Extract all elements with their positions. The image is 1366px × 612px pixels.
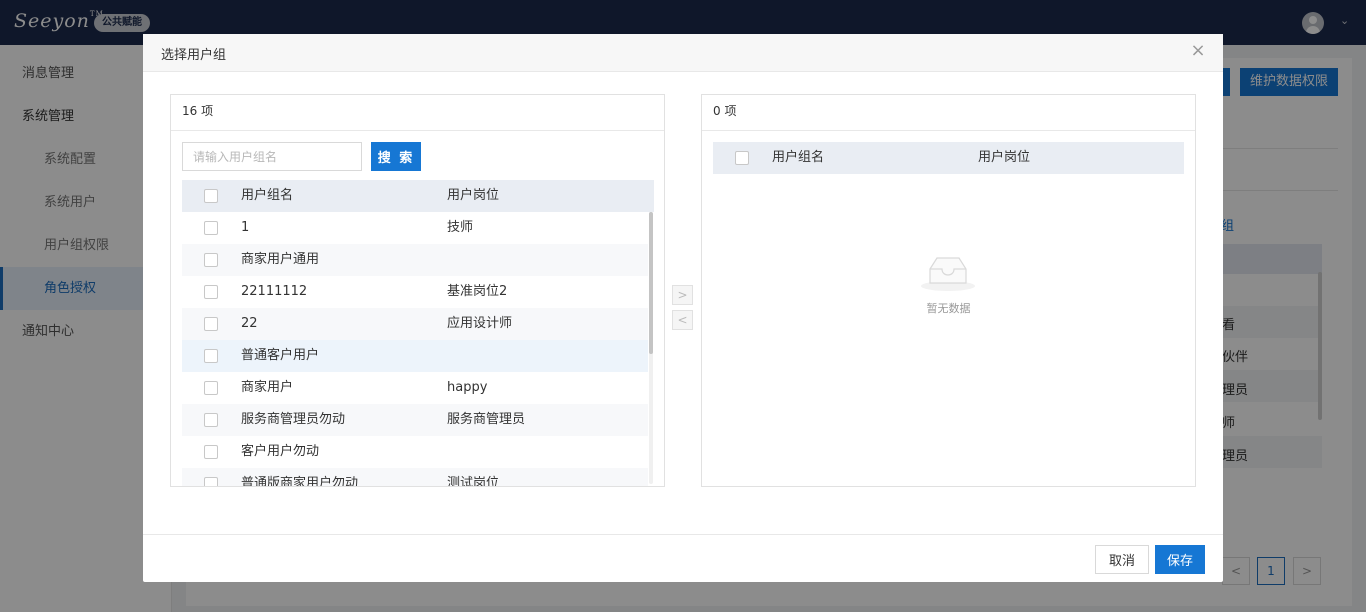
table-row[interactable]: 1 技师 (182, 212, 648, 244)
row-checkbox[interactable] (204, 445, 218, 459)
cell-group-name: 22 (241, 316, 258, 331)
cell-group-name: 商家用户 (241, 380, 294, 395)
dialog-title: 选择用户组 (161, 48, 227, 63)
table-row[interactable]: 普通客户用户 (182, 340, 648, 372)
table-row[interactable]: 客户用户勿动 (182, 436, 648, 468)
source-table-header: 用户组名 用户岗位 (182, 180, 654, 212)
table-row[interactable]: 商家用户通用 (182, 244, 648, 276)
row-checkbox[interactable] (204, 221, 218, 235)
cell-group-name: 商家用户通用 (241, 252, 320, 267)
target-table-header: 用户组名 用户岗位 (713, 142, 1184, 174)
row-checkbox[interactable] (204, 349, 218, 363)
row-checkbox[interactable] (204, 253, 218, 267)
row-checkbox[interactable] (204, 285, 218, 299)
column-header-post: 用户岗位 (447, 188, 500, 203)
table-row[interactable]: 22111112 基准岗位2 (182, 276, 648, 308)
select-user-group-dialog: 选择用户组 × 16 项 搜 索 用户组名 用户岗位 1 技师 商家用户通用 (143, 34, 1223, 582)
column-header-group-name: 用户组名 (241, 188, 294, 203)
move-left-button[interactable]: < (672, 310, 693, 330)
close-icon[interactable]: × (1189, 42, 1207, 60)
row-checkbox[interactable] (204, 477, 218, 486)
target-count-label: 0 项 (702, 95, 1195, 131)
row-checkbox[interactable] (204, 381, 218, 395)
search-button[interactable]: 搜 索 (371, 142, 421, 171)
table-row[interactable]: 22 应用设计师 (182, 308, 648, 340)
empty-inbox-icon (921, 257, 975, 291)
table-row[interactable]: 商家用户 happy (182, 372, 648, 404)
cell-group-name: 普通版商家用户勿动 (241, 476, 359, 487)
cell-post: 应用设计师 (447, 316, 513, 331)
cell-post: 服务商管理员 (447, 412, 526, 427)
cell-post: 基准岗位2 (447, 284, 508, 299)
move-right-button[interactable]: > (672, 285, 693, 305)
cell-post: 技师 (447, 220, 474, 235)
cell-group-name: 客户用户勿动 (241, 444, 320, 459)
cell-post: happy (447, 380, 488, 395)
cell-group-name: 22111112 (241, 284, 308, 299)
cancel-button[interactable]: 取消 (1095, 545, 1149, 574)
source-count-label: 16 项 (171, 95, 664, 131)
select-all-checkbox[interactable] (204, 189, 218, 203)
target-list-panel: 0 项 用户组名 用户岗位 暂无数据 (701, 94, 1196, 487)
row-checkbox[interactable] (204, 413, 218, 427)
user-group-search-input[interactable] (182, 142, 362, 171)
source-list-panel: 16 项 搜 索 用户组名 用户岗位 1 技师 商家用户通用 22111112 … (170, 94, 665, 487)
source-table-body: 1 技师 商家用户通用 22111112 基准岗位2 22 应用设计师 普通客户… (182, 212, 654, 487)
table-row[interactable]: 服务商管理员勿动 服务商管理员 (182, 404, 648, 436)
row-checkbox[interactable] (204, 317, 218, 331)
dialog-footer: 取消 保存 (143, 534, 1223, 582)
column-header-group-name: 用户组名 (772, 150, 825, 165)
cell-post: 测试岗位 (447, 476, 500, 487)
cell-group-name: 1 (241, 220, 250, 235)
table-row[interactable]: 普通版商家用户勿动 测试岗位 (182, 468, 648, 487)
dialog-header: 选择用户组 × (143, 34, 1223, 72)
source-scrollbar-thumb[interactable] (649, 212, 653, 354)
column-header-post: 用户岗位 (978, 150, 1031, 165)
cell-group-name: 普通客户用户 (241, 348, 320, 363)
cell-group-name: 服务商管理员勿动 (241, 412, 346, 427)
empty-data-text: 暂无数据 (926, 302, 971, 315)
save-button[interactable]: 保存 (1155, 545, 1205, 574)
select-all-checkbox[interactable] (735, 151, 749, 165)
